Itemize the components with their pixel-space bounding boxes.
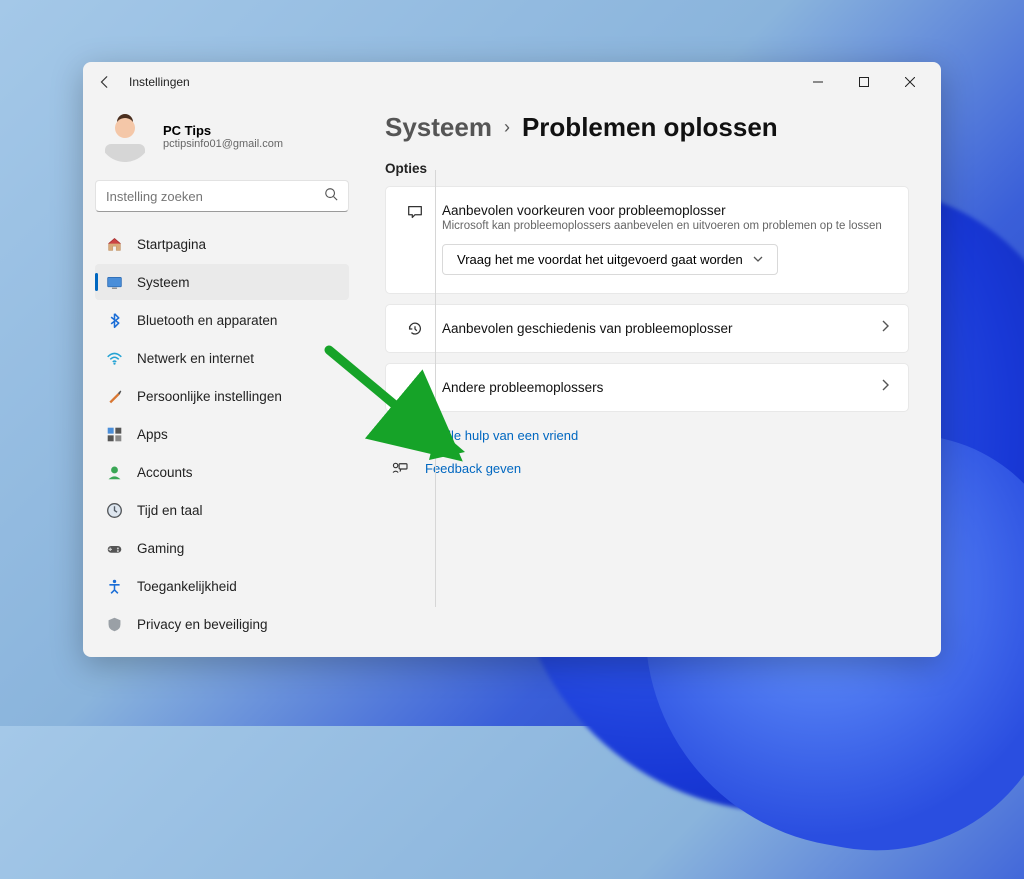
sidebar-item-label: Gaming [137,541,184,556]
troubleshooter-preference-dropdown[interactable]: Vraag het me voordat het uitgevoerd gaat… [442,244,778,275]
shield-icon [105,615,123,633]
sidebar-item-personalization[interactable]: Persoonlijke instellingen [95,378,349,414]
chevron-right-icon [880,319,890,338]
system-icon [105,273,123,291]
sidebar-item-time[interactable]: Tijd en taal [95,492,349,528]
card-history[interactable]: Aanbevolen geschiedenis van probleemoplo… [385,304,909,353]
titlebar: Instellingen [83,62,941,102]
profile-name: PC Tips [163,123,283,138]
window-title: Instellingen [129,75,190,89]
sidebar-item-label: Persoonlijke instellingen [137,389,282,404]
profile-email: pctipsinfo01@gmail.com [163,138,283,150]
link-feedback[interactable]: Feedback geven [385,455,909,482]
card-title: Aanbevolen geschiedenis van probleemoplo… [442,321,864,336]
card-desc: Microsoft kan probleemoplossers aanbevel… [442,220,890,232]
sidebar-item-apps[interactable]: Apps [95,416,349,452]
breadcrumb-parent[interactable]: Systeem [385,112,492,143]
card-title: Andere probleemoplossers [442,380,864,395]
sidebar-item-system[interactable]: Systeem [95,264,349,300]
sidebar-item-bluetooth[interactable]: Bluetooth en apparaten [95,302,349,338]
sidebar-item-label: Accounts [137,465,193,480]
sidebar-item-label: Bluetooth en apparaten [137,313,277,328]
wrench-icon [404,379,426,397]
sidebar-item-network[interactable]: Netwerk en internet [95,340,349,376]
sidebar-item-label: Toegankelijkheid [137,579,237,594]
link-text: Snelle hulp van een vriend [425,428,578,443]
apps-icon [105,425,123,443]
section-label: Opties [385,161,909,176]
main-content: Systeem › Problemen oplossen Opties Aanb… [361,102,941,657]
wifi-icon [105,349,123,367]
chevron-right-icon [880,378,890,397]
sidebar-item-home[interactable]: Startpagina [95,226,349,262]
search-icon [324,187,338,206]
sidebar-item-label: Tijd en taal [137,503,203,518]
bluetooth-icon [105,311,123,329]
chevron-down-icon [753,252,763,267]
feedback-icon [389,462,411,476]
history-icon [404,320,426,338]
minimize-button[interactable] [795,66,841,98]
dropdown-value: Vraag het me voordat het uitgevoerd gaat… [457,252,743,267]
card-title: Aanbevolen voorkeuren voor probleemoplos… [442,203,890,218]
card-other-troubleshooters[interactable]: Andere probleemoplossers [385,363,909,412]
chevron-right-icon: › [504,117,510,138]
clock-icon [105,501,123,519]
close-button[interactable] [887,66,933,98]
profile-area[interactable]: PC Tips pctipsinfo01@gmail.com [95,106,349,176]
sidebar-item-label: Privacy en beveiliging [137,617,268,632]
maximize-button[interactable] [841,66,887,98]
breadcrumb: Systeem › Problemen oplossen [385,112,909,143]
back-button[interactable] [91,68,119,96]
settings-window: Instellingen PC Tips pctipsinfo01@gmail.… [83,62,941,657]
sidebar-item-accessibility[interactable]: Toegankelijkheid [95,568,349,604]
gamepad-icon [105,539,123,557]
avatar [99,110,151,162]
link-quick-help[interactable]: Snelle hulp van een vriend [385,422,909,449]
chat-icon [404,203,426,221]
search-box[interactable] [95,180,349,212]
accessibility-icon [105,577,123,595]
nav-list: Startpagina Systeem Bluetooth en apparat… [95,226,349,642]
link-text: Feedback geven [425,461,521,476]
brush-icon [105,387,123,405]
page-title: Problemen oplossen [522,112,778,143]
home-icon [105,235,123,253]
sidebar-item-label: Startpagina [137,237,206,252]
sidebar-item-label: Apps [137,427,168,442]
sidebar-item-label: Systeem [137,275,190,290]
card-recommended-preferences: Aanbevolen voorkeuren voor probleemoplos… [385,186,909,294]
sidebar-item-label: Netwerk en internet [137,351,254,366]
screens-icon [389,429,411,443]
person-icon [105,463,123,481]
sidebar: PC Tips pctipsinfo01@gmail.com Startpagi… [83,102,361,657]
sidebar-item-gaming[interactable]: Gaming [95,530,349,566]
sidebar-item-privacy[interactable]: Privacy en beveiliging [95,606,349,642]
divider [435,170,436,607]
sidebar-item-accounts[interactable]: Accounts [95,454,349,490]
search-input[interactable] [106,189,324,204]
